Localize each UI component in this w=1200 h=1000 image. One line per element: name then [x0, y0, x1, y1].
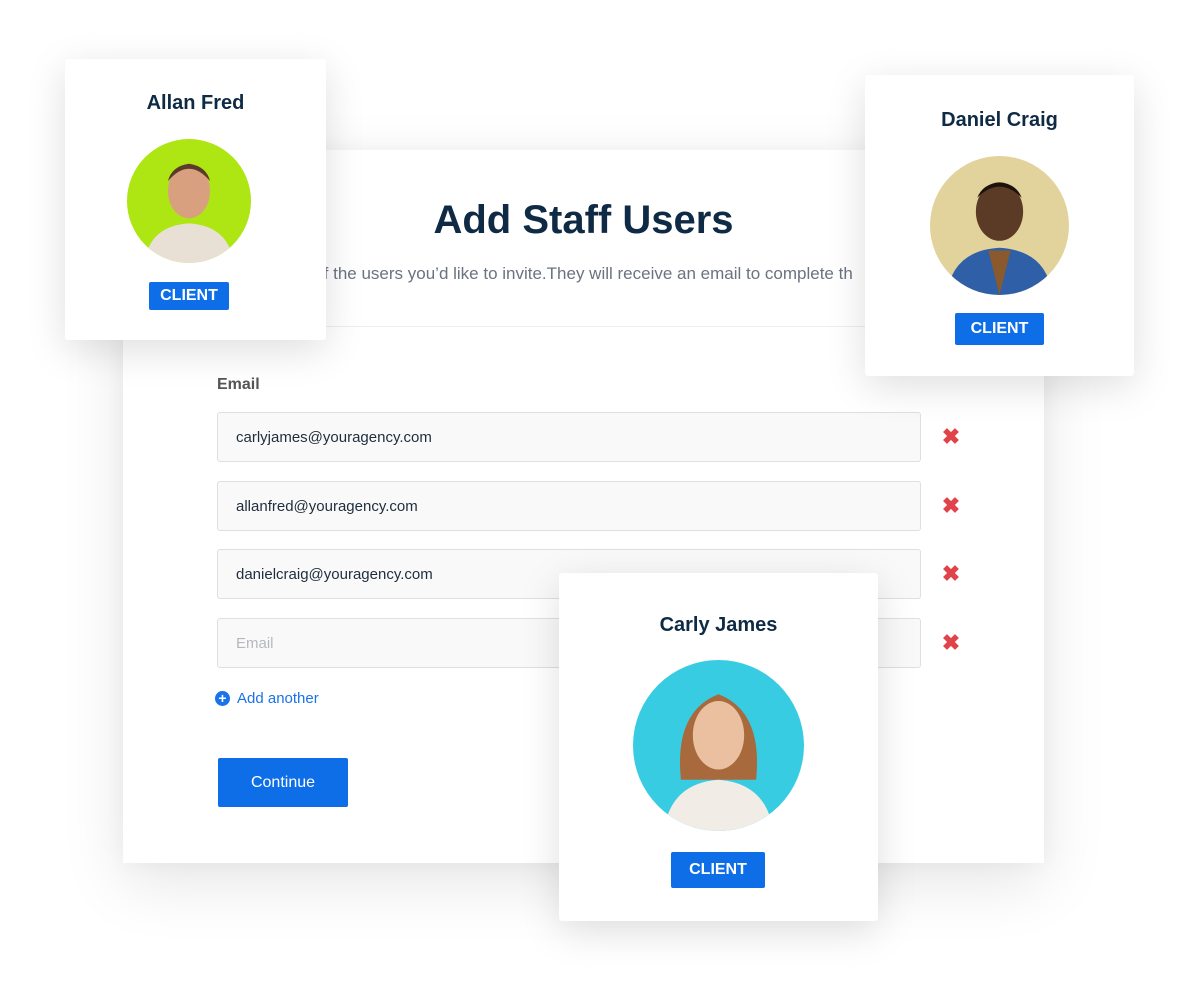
remove-email-icon[interactable]: ✖ [941, 631, 961, 655]
avatar [127, 139, 251, 263]
add-another-label: Add another [237, 690, 319, 707]
remove-email-icon[interactable]: ✖ [941, 494, 961, 518]
person-photo-icon [144, 163, 234, 263]
email-input[interactable] [217, 481, 921, 531]
avatar [633, 660, 804, 831]
client-badge: CLIENT [149, 282, 229, 310]
user-name: Carly James [659, 614, 778, 636]
person-photo-icon [946, 182, 1053, 295]
user-name: Daniel Craig [941, 109, 1058, 131]
continue-button[interactable]: Continue [218, 758, 348, 807]
email-row: ✖ [217, 481, 987, 531]
client-badge: CLIENT [671, 852, 765, 888]
user-card-allan-fred: Allan Fred CLIENT [65, 59, 326, 340]
email-input[interactable] [217, 412, 921, 462]
add-another-link[interactable]: + Add another [215, 690, 319, 707]
plus-circle-icon: + [215, 691, 230, 706]
remove-email-icon[interactable]: ✖ [941, 562, 961, 586]
person-photo-icon [663, 694, 774, 831]
user-name: Allan Fred [146, 92, 245, 114]
client-badge: CLIENT [955, 313, 1044, 345]
remove-email-icon[interactable]: ✖ [941, 425, 961, 449]
avatar [930, 156, 1069, 295]
user-card-carly-james: Carly James CLIENT [559, 573, 878, 921]
user-card-daniel-craig: Daniel Craig CLIENT [865, 75, 1134, 376]
email-label: Email [217, 376, 260, 393]
email-row: ✖ [217, 412, 987, 462]
